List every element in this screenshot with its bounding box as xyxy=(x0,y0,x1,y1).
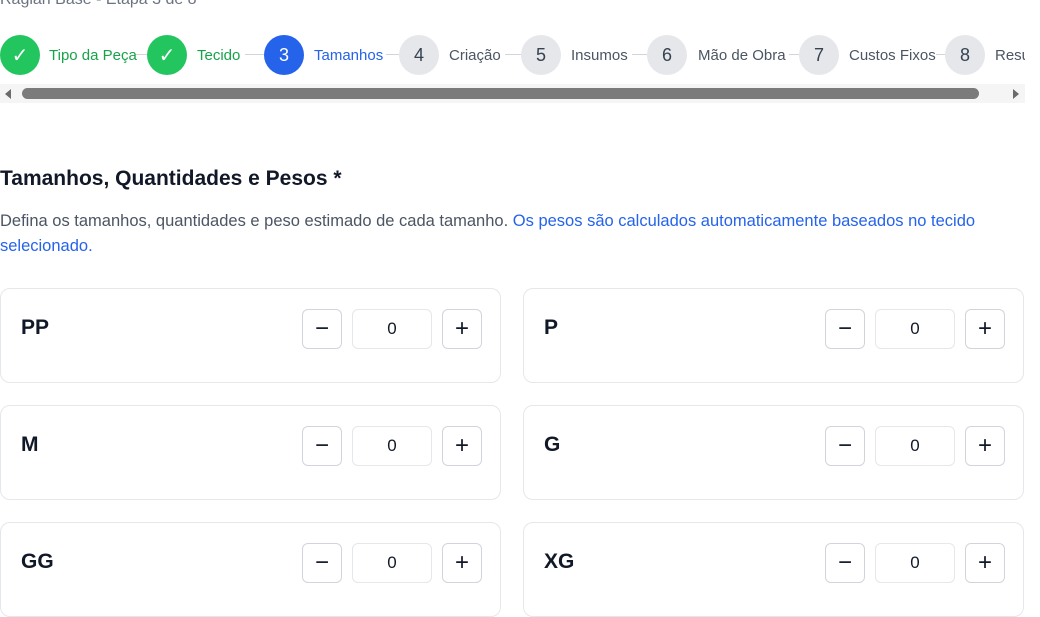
quantity-input[interactable] xyxy=(352,543,432,583)
check-icon: ✓ xyxy=(0,35,40,75)
check-icon: ✓ xyxy=(147,35,187,75)
step-tamanhos[interactable]: 3 Tamanhos xyxy=(264,35,383,75)
step-label: Resumo xyxy=(995,46,1025,64)
step-tipo-da-peca[interactable]: ✓ Tipo da Peça xyxy=(0,35,137,75)
size-card-p: P − + xyxy=(523,288,1024,383)
scrollbar-thumb[interactable] xyxy=(22,88,979,99)
size-card-gg: GG − + xyxy=(0,522,501,617)
decrement-button[interactable]: − xyxy=(302,543,342,583)
scroll-right-arrow-icon[interactable] xyxy=(1013,89,1019,99)
step-mao-de-obra[interactable]: 6 Mão de Obra xyxy=(647,35,786,75)
step-criacao[interactable]: 4 Criação xyxy=(399,35,501,75)
increment-button[interactable]: + xyxy=(965,426,1005,466)
step-number: 3 xyxy=(264,35,304,75)
increment-button[interactable]: + xyxy=(442,426,482,466)
horizontal-scrollbar[interactable] xyxy=(0,84,1025,103)
size-label: GG xyxy=(21,550,54,573)
description-text: Defina os tamanhos, quantidades e peso e… xyxy=(0,212,509,230)
step-label: Custos Fixos xyxy=(849,46,936,64)
step-label: Mão de Obra xyxy=(698,46,786,64)
step-connector xyxy=(245,54,264,55)
section-description: Defina os tamanhos, quantidades e peso e… xyxy=(0,209,1030,259)
decrement-button[interactable]: − xyxy=(825,309,865,349)
decrement-button[interactable]: − xyxy=(302,309,342,349)
increment-button[interactable]: + xyxy=(965,309,1005,349)
size-label: P xyxy=(544,316,559,339)
size-card-m: M − + xyxy=(0,405,501,500)
step-number: 6 xyxy=(647,35,687,75)
decrement-button[interactable]: − xyxy=(825,426,865,466)
quantity-input[interactable] xyxy=(352,426,432,466)
decrement-button[interactable]: − xyxy=(302,426,342,466)
quantity-input[interactable] xyxy=(875,543,955,583)
quantity-input[interactable] xyxy=(875,309,955,349)
increment-button[interactable]: + xyxy=(965,543,1005,583)
increment-button[interactable]: + xyxy=(442,309,482,349)
step-label: Insumos xyxy=(571,46,628,64)
size-card-g: G − + xyxy=(523,405,1024,500)
step-number: 8 xyxy=(945,35,985,75)
quantity-input[interactable] xyxy=(875,426,955,466)
quantity-input[interactable] xyxy=(352,309,432,349)
size-label: PP xyxy=(21,316,50,339)
step-connector xyxy=(386,54,399,55)
step-label: Criação xyxy=(449,46,501,64)
step-connector xyxy=(936,54,945,55)
step-insumos[interactable]: 5 Insumos xyxy=(521,35,628,75)
step-label: Tipo da Peça xyxy=(49,46,137,64)
step-connector xyxy=(632,54,647,55)
step-number: 4 xyxy=(399,35,439,75)
size-label: G xyxy=(544,433,561,456)
step-connector xyxy=(789,54,799,55)
step-number: 5 xyxy=(521,35,561,75)
step-resumo[interactable]: 8 Resumo xyxy=(945,35,1025,75)
step-custos-fixos[interactable]: 7 Custos Fixos xyxy=(799,35,936,75)
size-label: XG xyxy=(544,550,575,573)
step-number: 7 xyxy=(799,35,839,75)
increment-button[interactable]: + xyxy=(442,543,482,583)
section-title: Tamanhos, Quantidades e Pesos * xyxy=(0,167,342,190)
step-tecido[interactable]: ✓ Tecido xyxy=(147,35,240,75)
step-connector xyxy=(505,54,521,55)
wizard-subtitle: Raglan Base - Etapa 3 de 8 xyxy=(0,0,197,9)
wizard-stepper: ✓ Tipo da Peça ✓ Tecido 3 Tamanhos 4 Cri… xyxy=(0,35,1025,75)
decrement-button[interactable]: − xyxy=(825,543,865,583)
size-card-pp: PP − + xyxy=(0,288,501,383)
size-card-xg: XG − + xyxy=(523,522,1024,617)
step-label: Tecido xyxy=(197,46,241,64)
step-label: Tamanhos xyxy=(314,46,384,64)
size-label: M xyxy=(21,433,39,456)
scroll-left-arrow-icon[interactable] xyxy=(5,89,11,99)
